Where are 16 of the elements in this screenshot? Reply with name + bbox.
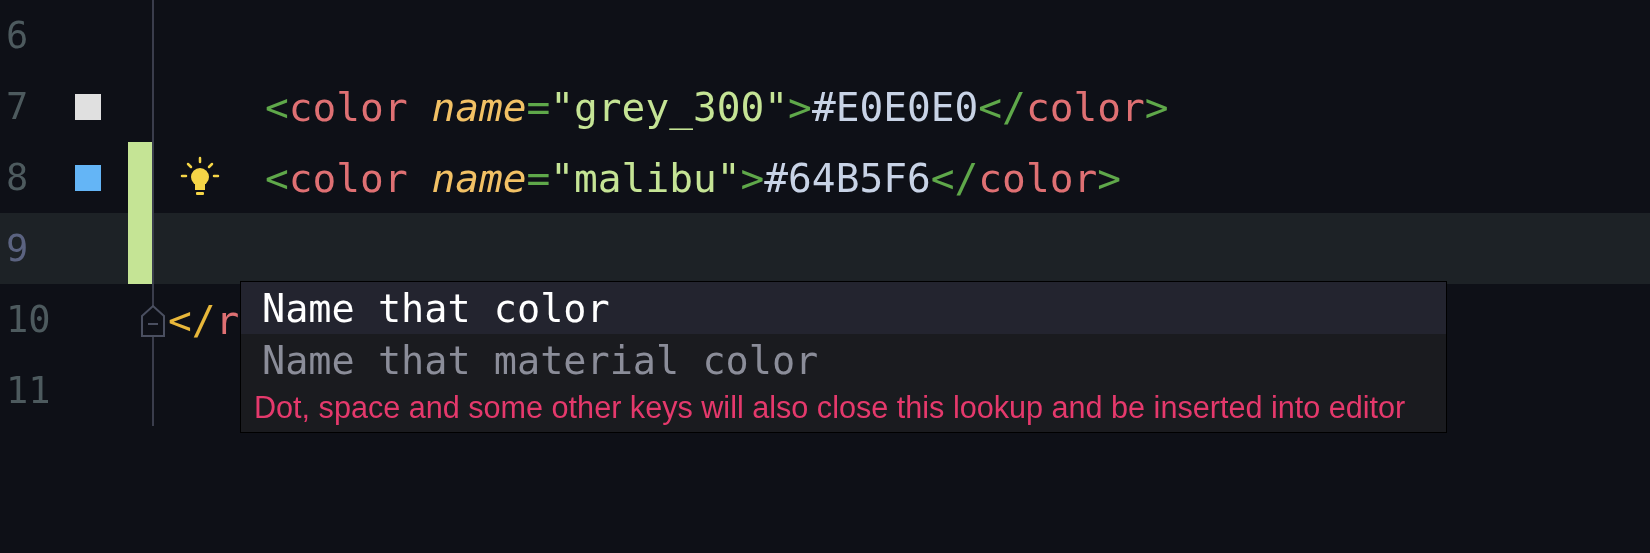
line-number: 6 — [5, 14, 30, 57]
line-number: 10 — [5, 298, 52, 341]
line-number: 8 — [5, 156, 30, 199]
lookup-item[interactable]: Name that color — [241, 282, 1446, 334]
code-line: </r — [168, 296, 240, 343]
line-number: 11 — [5, 369, 52, 412]
code-line: <color name="grey_300">#E0E0E0</color> — [265, 83, 1169, 130]
change-marker — [128, 213, 152, 284]
color-swatch[interactable] — [75, 164, 101, 191]
lookup-item[interactable]: Name that material color — [241, 334, 1446, 386]
line-number: 7 — [5, 85, 30, 128]
line-number: 9 — [5, 227, 30, 270]
lookup-hint: Dot, space and some other keys will also close this lookup and be inserted into editor — [253, 389, 1407, 427]
color-swatch[interactable] — [75, 93, 101, 120]
change-marker — [128, 142, 152, 213]
code-line: <color name="malibu">#64B5F6</color> — [265, 154, 1122, 201]
